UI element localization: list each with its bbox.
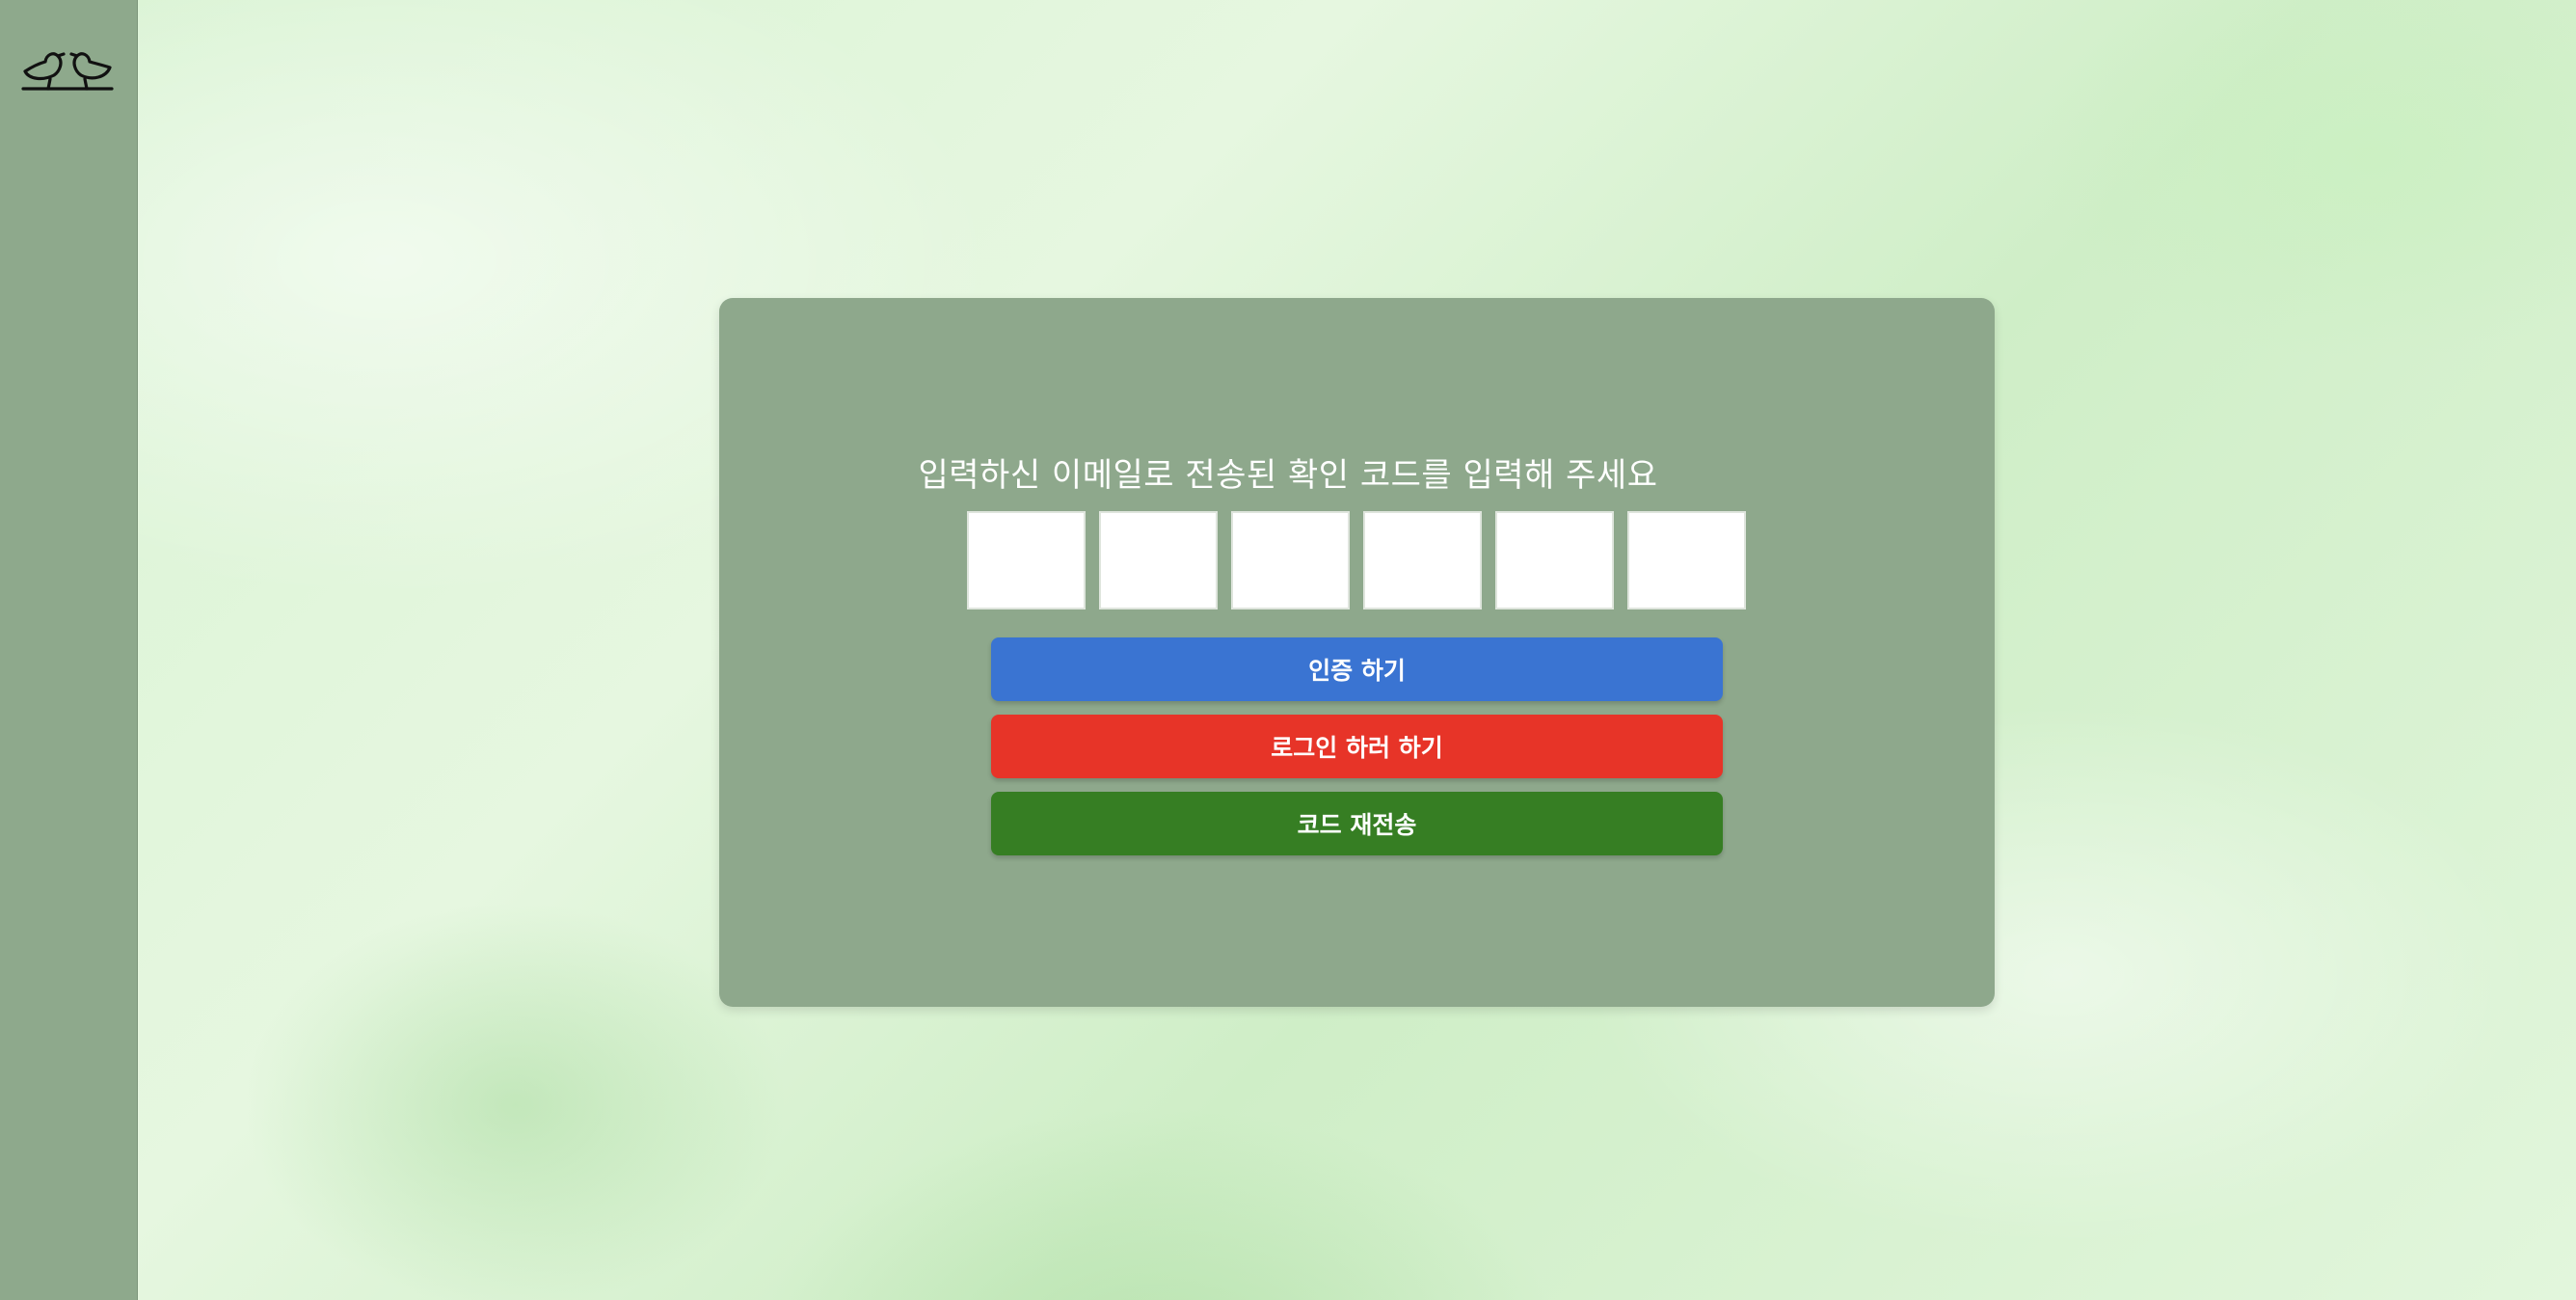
verification-prompt: 입력하신 이메일로 전송된 확인 코드를 입력해 주세요 [918, 456, 1658, 495]
code-digit-6[interactable] [1627, 511, 1746, 609]
sidebar [0, 0, 138, 1300]
two-birds-icon[interactable] [21, 46, 114, 95]
code-digit-2[interactable] [1099, 511, 1218, 609]
code-digit-1[interactable] [967, 511, 1086, 609]
resend-code-button[interactable]: 코드 재전송 [991, 792, 1723, 855]
code-input-row [967, 511, 1746, 609]
code-digit-5[interactable] [1495, 511, 1614, 609]
go-to-login-button[interactable]: 로그인 하러 하기 [991, 715, 1723, 778]
code-digit-4[interactable] [1363, 511, 1482, 609]
code-digit-3[interactable] [1231, 511, 1350, 609]
verify-button[interactable]: 인증 하기 [991, 637, 1723, 701]
